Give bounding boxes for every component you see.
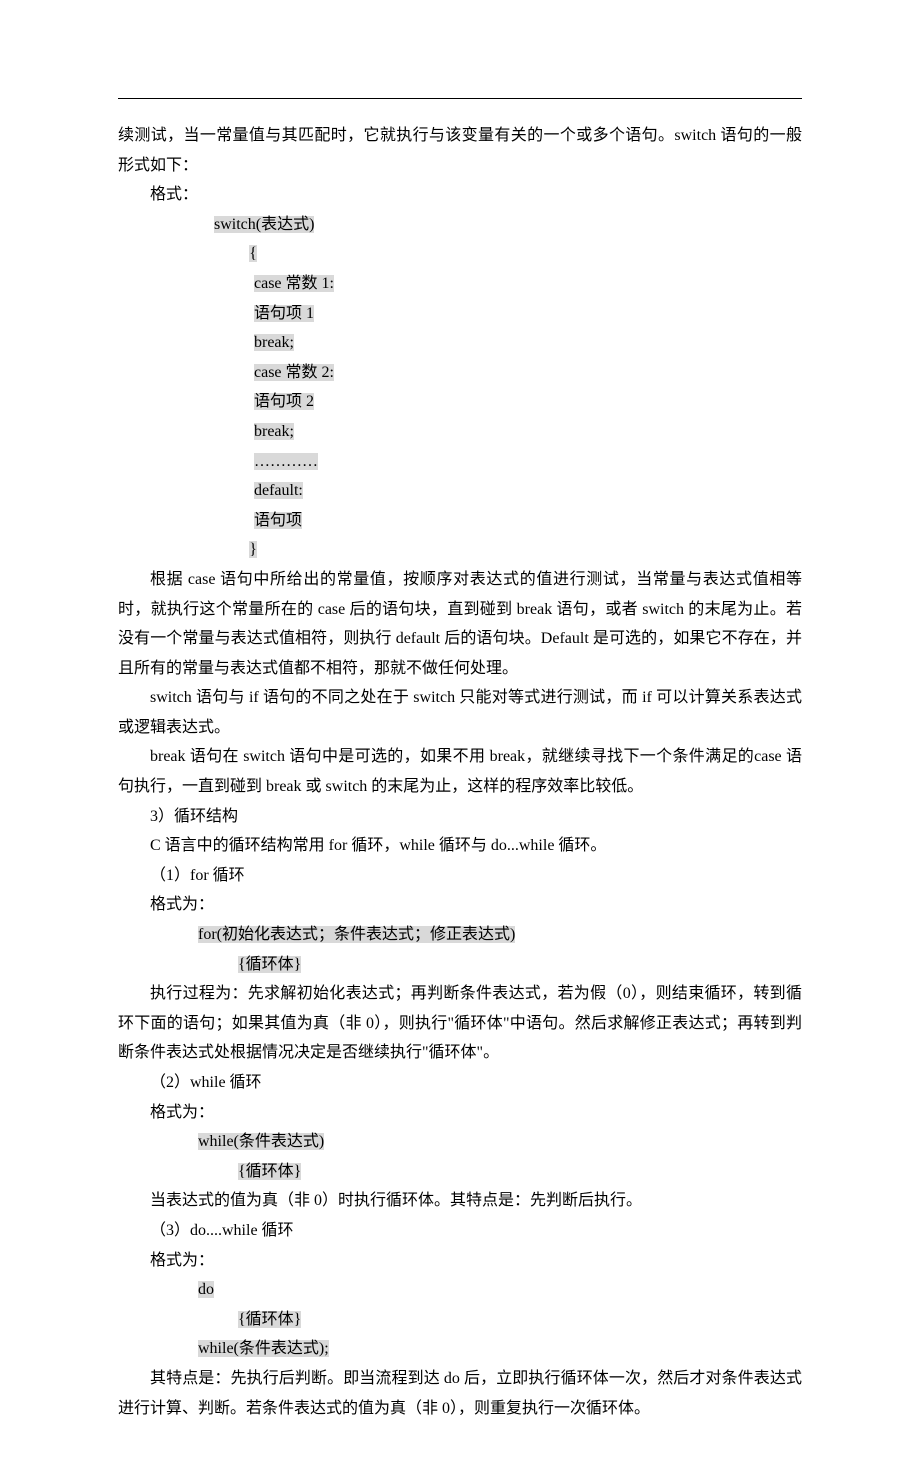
top-rule: [118, 98, 802, 99]
paragraph: 根据 case 语句中所给出的常量值，按顺序对表达式的值进行测试，当常量与表达式…: [118, 565, 802, 683]
code-line: }: [249, 535, 802, 565]
code-line: 语句项: [254, 506, 802, 536]
paragraph: 续测试，当一常量值与其匹配时，它就执行与该变量有关的一个或多个语句。switch…: [118, 121, 802, 180]
code-line: case 常数 2:: [254, 358, 802, 388]
code-line: 语句项 2: [254, 387, 802, 417]
paragraph: 其特点是：先执行后判断。即当流程到达 do 后，立即执行循环体一次，然后才对条件…: [118, 1364, 802, 1423]
code-line: 语句项 1: [254, 299, 802, 329]
for-code-block: for(初始化表达式；条件表达式；修正表达式) {循环体}: [198, 920, 802, 979]
paragraph: 执行过程为：先求解初始化表达式；再判断条件表达式，若为假（0），则结束循环，转到…: [118, 979, 802, 1068]
paragraph: 格式为：: [118, 1098, 802, 1128]
paragraph: （3）do....while 循环: [118, 1216, 802, 1246]
document-page: 续测试，当一常量值与其匹配时，它就执行与该变量有关的一个或多个语句。switch…: [0, 0, 920, 1483]
paragraph: 格式：: [118, 180, 802, 210]
code-line: {: [249, 239, 802, 269]
dowhile-code-block: do {循环体} while(条件表达式);: [198, 1275, 802, 1364]
switch-code-block: switch(表达式) { case 常数 1: 语句项 1 break; ca…: [214, 210, 802, 565]
paragraph: C 语言中的循环结构常用 for 循环，while 循环与 do...while…: [118, 831, 802, 861]
code-line: …………: [254, 447, 802, 477]
code-line: do: [198, 1275, 802, 1305]
code-line: switch(表达式): [214, 210, 802, 240]
paragraph: 格式为：: [118, 1246, 802, 1276]
code-line: default:: [254, 476, 802, 506]
code-line: while(条件表达式);: [198, 1334, 802, 1364]
code-line: break;: [254, 328, 802, 358]
paragraph: 当表达式的值为真（非 0）时执行循环体。其特点是：先判断后执行。: [118, 1186, 802, 1216]
while-code-block: while(条件表达式) {循环体}: [198, 1127, 802, 1186]
code-line: break;: [254, 417, 802, 447]
code-line: {循环体}: [238, 1157, 802, 1187]
paragraph: break 语句在 switch 语句中是可选的，如果不用 break，就继续寻…: [118, 742, 802, 801]
code-line: while(条件表达式): [198, 1127, 802, 1157]
code-line: {循环体}: [238, 950, 802, 980]
paragraph: 3）循环结构: [118, 802, 802, 832]
paragraph: （1）for 循环: [118, 861, 802, 891]
code-line: {循环体}: [238, 1305, 802, 1335]
code-line: case 常数 1:: [254, 269, 802, 299]
code-line: for(初始化表达式；条件表达式；修正表达式): [198, 920, 802, 950]
paragraph: 格式为：: [118, 890, 802, 920]
paragraph: switch 语句与 if 语句的不同之处在于 switch 只能对等式进行测试…: [118, 683, 802, 742]
paragraph: （2）while 循环: [118, 1068, 802, 1098]
